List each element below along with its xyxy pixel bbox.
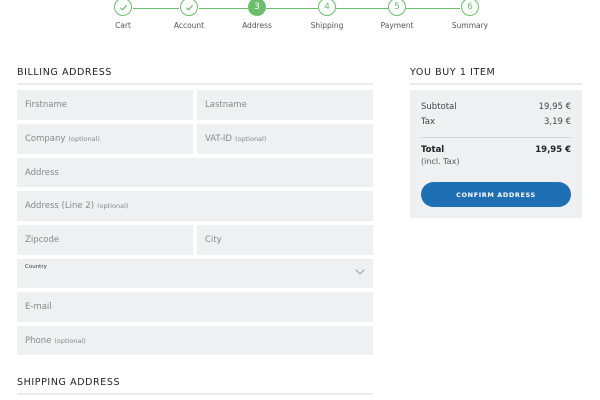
step-label: Cart: [115, 21, 131, 30]
order-summary-box: Subtotal 19,95 € Tax 3,19 € Total 19,95 …: [410, 90, 582, 218]
phone-optional-hint: (optional): [54, 336, 86, 345]
address-placeholder: Address: [25, 167, 59, 178]
chevron-down-icon: [355, 269, 365, 275]
step-label: Payment: [380, 21, 414, 30]
total-tax-note: (incl. Tax): [421, 157, 460, 166]
email-field[interactable]: E-mail: [17, 292, 373, 322]
tax-label: Tax: [421, 117, 436, 127]
step-account-circle: [180, 0, 198, 16]
vat-id-optional-hint: (optional): [234, 135, 267, 143]
summary-divider: [421, 137, 571, 138]
firstname-field[interactable]: Firstname: [17, 90, 193, 120]
zipcode-field[interactable]: Zipcode: [17, 225, 193, 255]
check-icon: [119, 4, 127, 11]
step-payment: 5 Payment: [367, 0, 427, 30]
company-placeholder: Company: [25, 134, 66, 144]
lastname-placeholder: Lastname: [205, 100, 247, 110]
billing-address-title: BILLING ADDRESS: [17, 67, 373, 85]
address-field[interactable]: Address: [17, 158, 373, 187]
step-cart[interactable]: Cart: [93, 0, 153, 30]
step-account[interactable]: Account: [159, 0, 219, 30]
country-select[interactable]: Country: [17, 259, 373, 288]
subtotal-value: 19,95 €: [538, 102, 571, 112]
phone-placeholder: Phone: [25, 335, 52, 346]
total-value: 19,95 €: [535, 145, 571, 155]
tax-row: Tax 3,19 €: [421, 117, 571, 132]
step-label: Address: [242, 21, 272, 30]
zipcode-placeholder: Zipcode: [25, 235, 60, 245]
step-label: Account: [173, 21, 205, 30]
phone-field[interactable]: Phone (optional): [17, 326, 373, 355]
step-summary: 6 Summary: [440, 0, 500, 30]
country-label: Country: [25, 264, 47, 270]
step-summary-circle: 6: [461, 0, 479, 16]
total-label: Total: [421, 145, 445, 155]
step-cart-circle: [114, 0, 132, 16]
lastname-field[interactable]: Lastname: [197, 90, 373, 120]
vat-id-field[interactable]: VAT-ID (optional): [197, 124, 373, 154]
company-field[interactable]: Company (optional): [17, 124, 193, 154]
firstname-placeholder: Firstname: [25, 100, 67, 110]
step-address: 3 Address: [227, 0, 287, 30]
step-payment-circle: 5: [388, 0, 406, 16]
subtotal-label: Subtotal: [421, 102, 457, 112]
step-shipping: 4 Shipping: [297, 0, 357, 30]
step-label: Shipping: [310, 21, 344, 30]
address-line2-placeholder: Address (Line 2): [25, 201, 95, 211]
subtotal-row: Subtotal 19,95 €: [421, 102, 571, 117]
shipping-address-title: SHIPPING ADDRESS: [17, 377, 373, 395]
tax-value: 3,19 €: [543, 117, 571, 127]
vat-id-placeholder: VAT-ID: [205, 134, 232, 144]
step-label: Summary: [451, 21, 489, 30]
company-optional-hint: (optional): [68, 135, 100, 143]
city-field[interactable]: City: [197, 225, 373, 255]
step-shipping-circle: 4: [318, 0, 336, 16]
city-placeholder: City: [205, 235, 222, 245]
order-summary-title: YOU BUY 1 ITEM: [410, 67, 582, 85]
email-placeholder: E-mail: [25, 302, 52, 312]
step-address-circle: 3: [248, 0, 266, 16]
confirm-address-button[interactable]: CONFIRM ADDRESS: [421, 182, 571, 207]
address-line2-optional-hint: (optional): [97, 202, 129, 210]
check-icon: [185, 4, 193, 11]
address-line2-field[interactable]: Address (Line 2) (optional): [17, 191, 373, 221]
checkout-stepper: Cart Account 3 Address 4 Shipping 5 Paym…: [0, 0, 600, 36]
total-row: Total 19,95 €: [421, 145, 571, 155]
